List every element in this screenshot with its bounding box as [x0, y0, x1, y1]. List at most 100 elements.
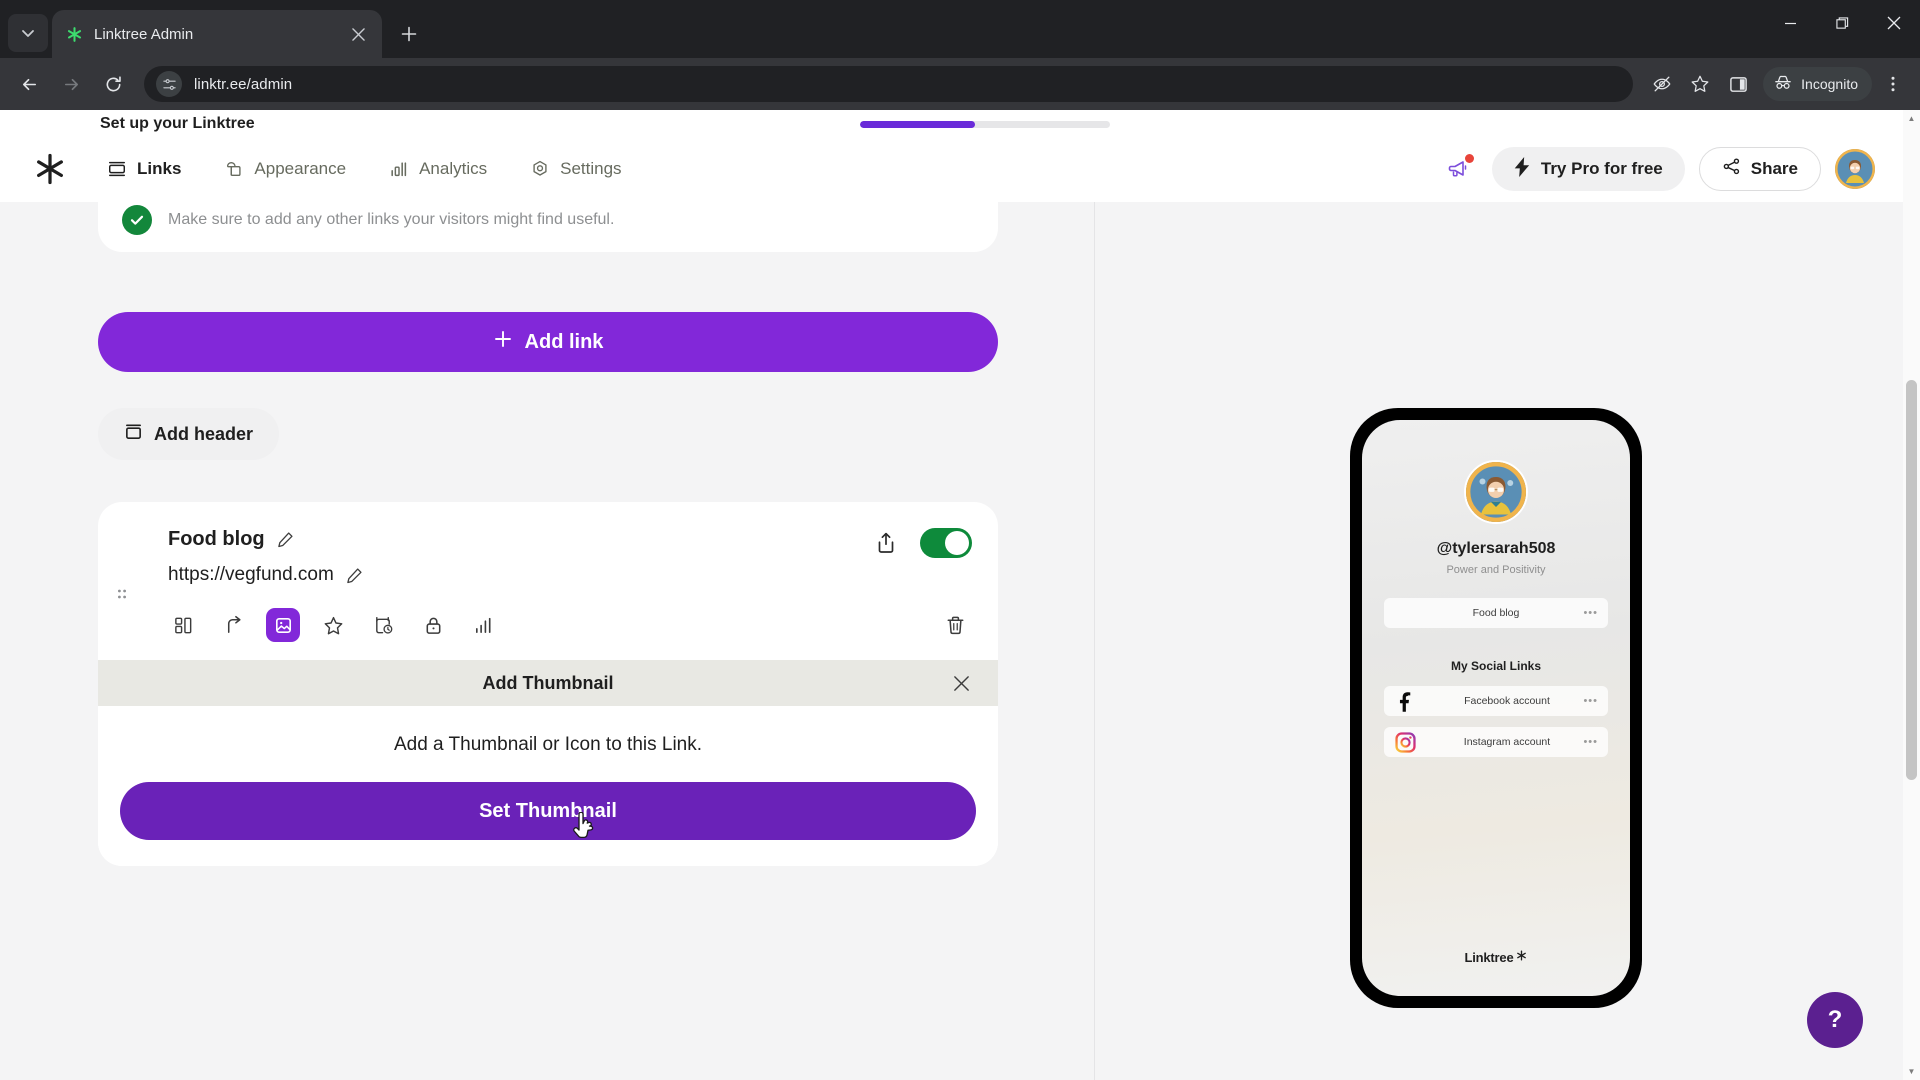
- page-content: Make sure to add any other links your vi…: [0, 202, 1903, 1080]
- setup-progress-bar: [860, 121, 1110, 128]
- page-scrollbar[interactable]: ▲ ▼: [1903, 110, 1920, 1080]
- browser-window: Linktree Admin linktr.ee/admin Incognito…: [0, 0, 1920, 1080]
- header-box-icon: [124, 422, 143, 446]
- bookmark-star-icon[interactable]: [1683, 67, 1717, 101]
- link-action-icons: [166, 608, 972, 642]
- link-card-body: Food blog https://vegfund.com: [98, 502, 998, 660]
- add-link-button[interactable]: Add link: [98, 312, 998, 372]
- scroll-down-arrow-icon[interactable]: ▼: [1903, 1063, 1920, 1080]
- green-check-icon: [122, 205, 152, 235]
- preview-link-item[interactable]: Facebook account •••: [1384, 686, 1608, 716]
- share-up-icon[interactable]: [872, 529, 900, 557]
- appearance-shapes-icon: [223, 158, 245, 180]
- add-header-button[interactable]: Add header: [98, 408, 280, 460]
- preview-bio: Power and Positivity: [1446, 564, 1546, 576]
- link-enabled-toggle[interactable]: [920, 528, 972, 558]
- link-analytics-icon[interactable]: [466, 608, 500, 642]
- tab-appearance-label: Appearance: [254, 159, 347, 178]
- scroll-up-arrow-icon[interactable]: ▲: [1903, 110, 1920, 127]
- edit-url-pencil-icon[interactable]: [346, 567, 363, 584]
- address-bar[interactable]: linktr.ee/admin: [144, 66, 1634, 102]
- side-panel-icon[interactable]: [1721, 67, 1755, 101]
- edit-title-pencil-icon[interactable]: [277, 531, 294, 548]
- tab-strip: Linktree Admin: [0, 0, 1920, 58]
- linktree-asterisk-mark: [1516, 948, 1527, 966]
- back-button[interactable]: [10, 65, 48, 103]
- lightning-bolt-icon: [1514, 156, 1531, 182]
- drag-handle-icon[interactable]: [112, 586, 132, 608]
- tab-analytics[interactable]: Analytics: [374, 150, 501, 188]
- preview-link-label: Food blog: [1472, 607, 1520, 619]
- linktree-asterisk-icon: [64, 24, 84, 44]
- tab-settings[interactable]: Settings: [515, 150, 635, 188]
- eye-off-icon[interactable]: [1645, 67, 1679, 101]
- announcements-button[interactable]: [1440, 150, 1478, 188]
- new-tab-button[interactable]: [392, 17, 426, 51]
- page-viewport: Set up your Linktree Links Appearance An…: [0, 110, 1920, 1080]
- incognito-profile-pill[interactable]: Incognito: [1763, 67, 1872, 101]
- tab-appearance[interactable]: Appearance: [209, 150, 360, 188]
- add-thumbnail-header: Add Thumbnail: [98, 660, 998, 706]
- maximize-restore-button[interactable]: [1816, 0, 1868, 46]
- set-thumbnail-button[interactable]: Set Thumbnail: [120, 782, 976, 840]
- reload-button[interactable]: [94, 65, 132, 103]
- lock-icon[interactable]: [416, 608, 450, 642]
- thumbnail-image-icon[interactable]: [266, 608, 300, 642]
- instagram-icon: [1394, 731, 1416, 753]
- link-title-row: Food blog: [168, 528, 972, 551]
- preview-link-item[interactable]: Instagram account •••: [1384, 727, 1608, 757]
- url-text: linktr.ee/admin: [194, 75, 293, 93]
- tab-links-label: Links: [137, 159, 182, 178]
- tab-settings-label: Settings: [560, 159, 622, 178]
- preview-link-item[interactable]: Food blog •••: [1384, 598, 1608, 628]
- set-thumbnail-label: Set Thumbnail: [479, 799, 617, 822]
- try-pro-button[interactable]: Try Pro for free: [1491, 147, 1685, 191]
- help-button[interactable]: ?: [1807, 992, 1863, 1048]
- preview-links-list: Food blog ••• My Social Links Facebook a…: [1362, 598, 1630, 757]
- three-dot-menu-icon[interactable]: [1876, 67, 1910, 101]
- help-label: ?: [1827, 1006, 1843, 1033]
- link-url[interactable]: https://vegfund.com: [168, 564, 334, 586]
- preview-footer-text: Linktree: [1464, 949, 1514, 965]
- link-title[interactable]: Food blog: [168, 528, 265, 551]
- preview-link-menu-icon[interactable]: •••: [1583, 607, 1598, 619]
- app-navigation-bar: Links Appearance Analytics Settings Try …: [0, 136, 1903, 202]
- preview-footer: Linktree: [1465, 948, 1528, 966]
- close-tab-icon[interactable]: [346, 22, 370, 46]
- delete-link-button[interactable]: [938, 608, 972, 642]
- link-url-row: https://vegfund.com: [168, 564, 972, 586]
- close-window-button[interactable]: [1868, 0, 1920, 46]
- site-settings-tune-icon[interactable]: [156, 71, 182, 97]
- prioritize-star-icon[interactable]: [316, 608, 350, 642]
- scrollbar-thumb[interactable]: [1906, 380, 1917, 780]
- close-x-icon[interactable]: [946, 668, 976, 698]
- phone-preview-frame: @tylersarah508 Power and Positivity Food…: [1350, 408, 1642, 1008]
- preview-link-menu-icon[interactable]: •••: [1583, 736, 1598, 748]
- preview-handle: @tylersarah508: [1436, 540, 1556, 557]
- notification-dot: [1464, 154, 1474, 163]
- tab-links[interactable]: Links: [92, 150, 195, 188]
- tab-search-button[interactable]: [8, 14, 48, 52]
- forward-button[interactable]: [52, 65, 90, 103]
- window-controls: [1764, 0, 1920, 46]
- try-pro-label: Try Pro for free: [1540, 159, 1663, 178]
- preview-link-menu-icon[interactable]: •••: [1583, 695, 1598, 707]
- links-editor-column: Make sure to add any other links your vi…: [0, 202, 1094, 1080]
- link-card-right-controls: [872, 528, 972, 558]
- nav-right-actions: Try Pro for free Share: [1440, 147, 1875, 191]
- add-link-label: Add link: [524, 330, 604, 353]
- incognito-hat-icon: [1773, 73, 1793, 96]
- browser-tab[interactable]: Linktree Admin: [52, 10, 382, 58]
- share-button[interactable]: Share: [1698, 147, 1821, 191]
- redirect-icon[interactable]: [216, 608, 250, 642]
- layout-icon[interactable]: [166, 608, 200, 642]
- avatar[interactable]: [1835, 149, 1875, 189]
- preview-pane: @tylersarah508 Power and Positivity Food…: [1095, 202, 1903, 1080]
- settings-gear-icon: [529, 158, 551, 180]
- schedule-clock-icon[interactable]: [366, 608, 400, 642]
- linktree-asterisk-logo[interactable]: [28, 147, 72, 191]
- minimize-button[interactable]: [1764, 0, 1816, 46]
- preview-header-item: My Social Links: [1450, 659, 1542, 673]
- browser-toolbar: linktr.ee/admin Incognito: [0, 58, 1920, 110]
- setup-tip-text: Make sure to add any other links your vi…: [168, 211, 615, 228]
